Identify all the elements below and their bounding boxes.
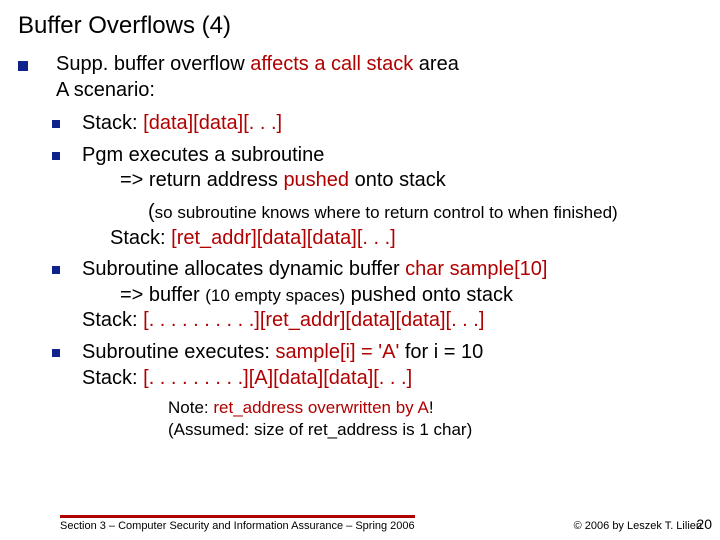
text: ( bbox=[148, 201, 155, 223]
note-block: Note: ret_address overwritten by A! (Ass… bbox=[168, 397, 702, 441]
sub-item-3: Subroutine allocates dynamic buffer char… bbox=[52, 257, 702, 334]
footer-right: © 2006 by Leszek T. Lilien bbox=[574, 520, 702, 532]
text-small: (10 empty spaces) bbox=[205, 286, 345, 305]
text: (Assumed: size of ret_address is 1 char) bbox=[168, 420, 472, 439]
text-highlight: [. . . . . . . . .][A][data][data][. . .… bbox=[143, 367, 412, 389]
footer-left: Section 3 – Computer Security and Inform… bbox=[60, 515, 415, 532]
sub-item-4: Subroutine executes: sample[i] = 'A' for… bbox=[52, 340, 702, 391]
slide-body: Supp. buffer overflow affects a call sta… bbox=[18, 52, 702, 441]
bullet-icon bbox=[18, 61, 28, 71]
text: Stack: [data][data][. . .] bbox=[82, 111, 702, 137]
slide-title: Buffer Overflows (4) bbox=[18, 12, 702, 40]
slide: Buffer Overflows (4) Supp. buffer overfl… bbox=[0, 0, 720, 540]
text: Pgm executes a subroutine bbox=[82, 144, 324, 166]
text: A scenario: bbox=[56, 79, 155, 101]
text: Stack: bbox=[82, 367, 143, 389]
text: Stack: bbox=[110, 227, 171, 249]
text: for i = 10 bbox=[399, 341, 483, 363]
intro-item: Supp. buffer overflow affects a call sta… bbox=[18, 52, 702, 103]
text: Subroutine executes: sample[i] = 'A' for… bbox=[82, 340, 702, 391]
text: pushed onto stack bbox=[345, 284, 513, 306]
text: Supp. buffer overflow bbox=[56, 53, 250, 75]
intro-text: Supp. buffer overflow affects a call sta… bbox=[56, 52, 702, 103]
bullet-icon bbox=[52, 152, 60, 160]
text-highlight: [. . . . . . . . . .][ret_addr][data][da… bbox=[143, 309, 484, 331]
text: Stack: bbox=[82, 112, 143, 134]
footer: Section 3 – Computer Security and Inform… bbox=[0, 515, 720, 532]
text-small: so subroutine knows where to return cont… bbox=[155, 203, 618, 222]
text: => buffer bbox=[120, 284, 205, 306]
sub-item-2-cont: (so subroutine knows where to return con… bbox=[110, 200, 702, 251]
text: Note: bbox=[168, 398, 213, 417]
text: Subroutine executes: bbox=[82, 341, 275, 363]
text: => return address bbox=[120, 169, 283, 191]
text: Pgm executes a subroutine => return addr… bbox=[82, 143, 702, 194]
text: Subroutine allocates dynamic buffer char… bbox=[82, 257, 702, 334]
text: Stack: bbox=[82, 309, 143, 331]
text: Subroutine allocates dynamic buffer bbox=[82, 258, 405, 280]
text: onto stack bbox=[349, 169, 446, 191]
page-number: 20 bbox=[696, 516, 712, 532]
text-highlight: [data][data][. . .] bbox=[143, 112, 282, 134]
text: ! bbox=[429, 398, 434, 417]
footer-inner: Section 3 – Computer Security and Inform… bbox=[60, 515, 702, 532]
bullet-icon bbox=[52, 349, 60, 357]
bullet-icon bbox=[52, 266, 60, 274]
sub-item-2: Pgm executes a subroutine => return addr… bbox=[52, 143, 702, 194]
text-highlight: [ret_addr][data][data][. . .] bbox=[171, 227, 396, 249]
bullet-icon bbox=[52, 120, 60, 128]
text-highlight: char sample[10] bbox=[405, 258, 547, 280]
text-highlight: ret_address overwritten by A bbox=[213, 398, 428, 417]
text-highlight: sample[i] = 'A' bbox=[275, 341, 399, 363]
text-highlight: pushed bbox=[283, 169, 349, 191]
sub-item-1: Stack: [data][data][. . .] bbox=[52, 111, 702, 137]
text-highlight: affects a call stack bbox=[250, 53, 413, 75]
text: area bbox=[413, 53, 459, 75]
